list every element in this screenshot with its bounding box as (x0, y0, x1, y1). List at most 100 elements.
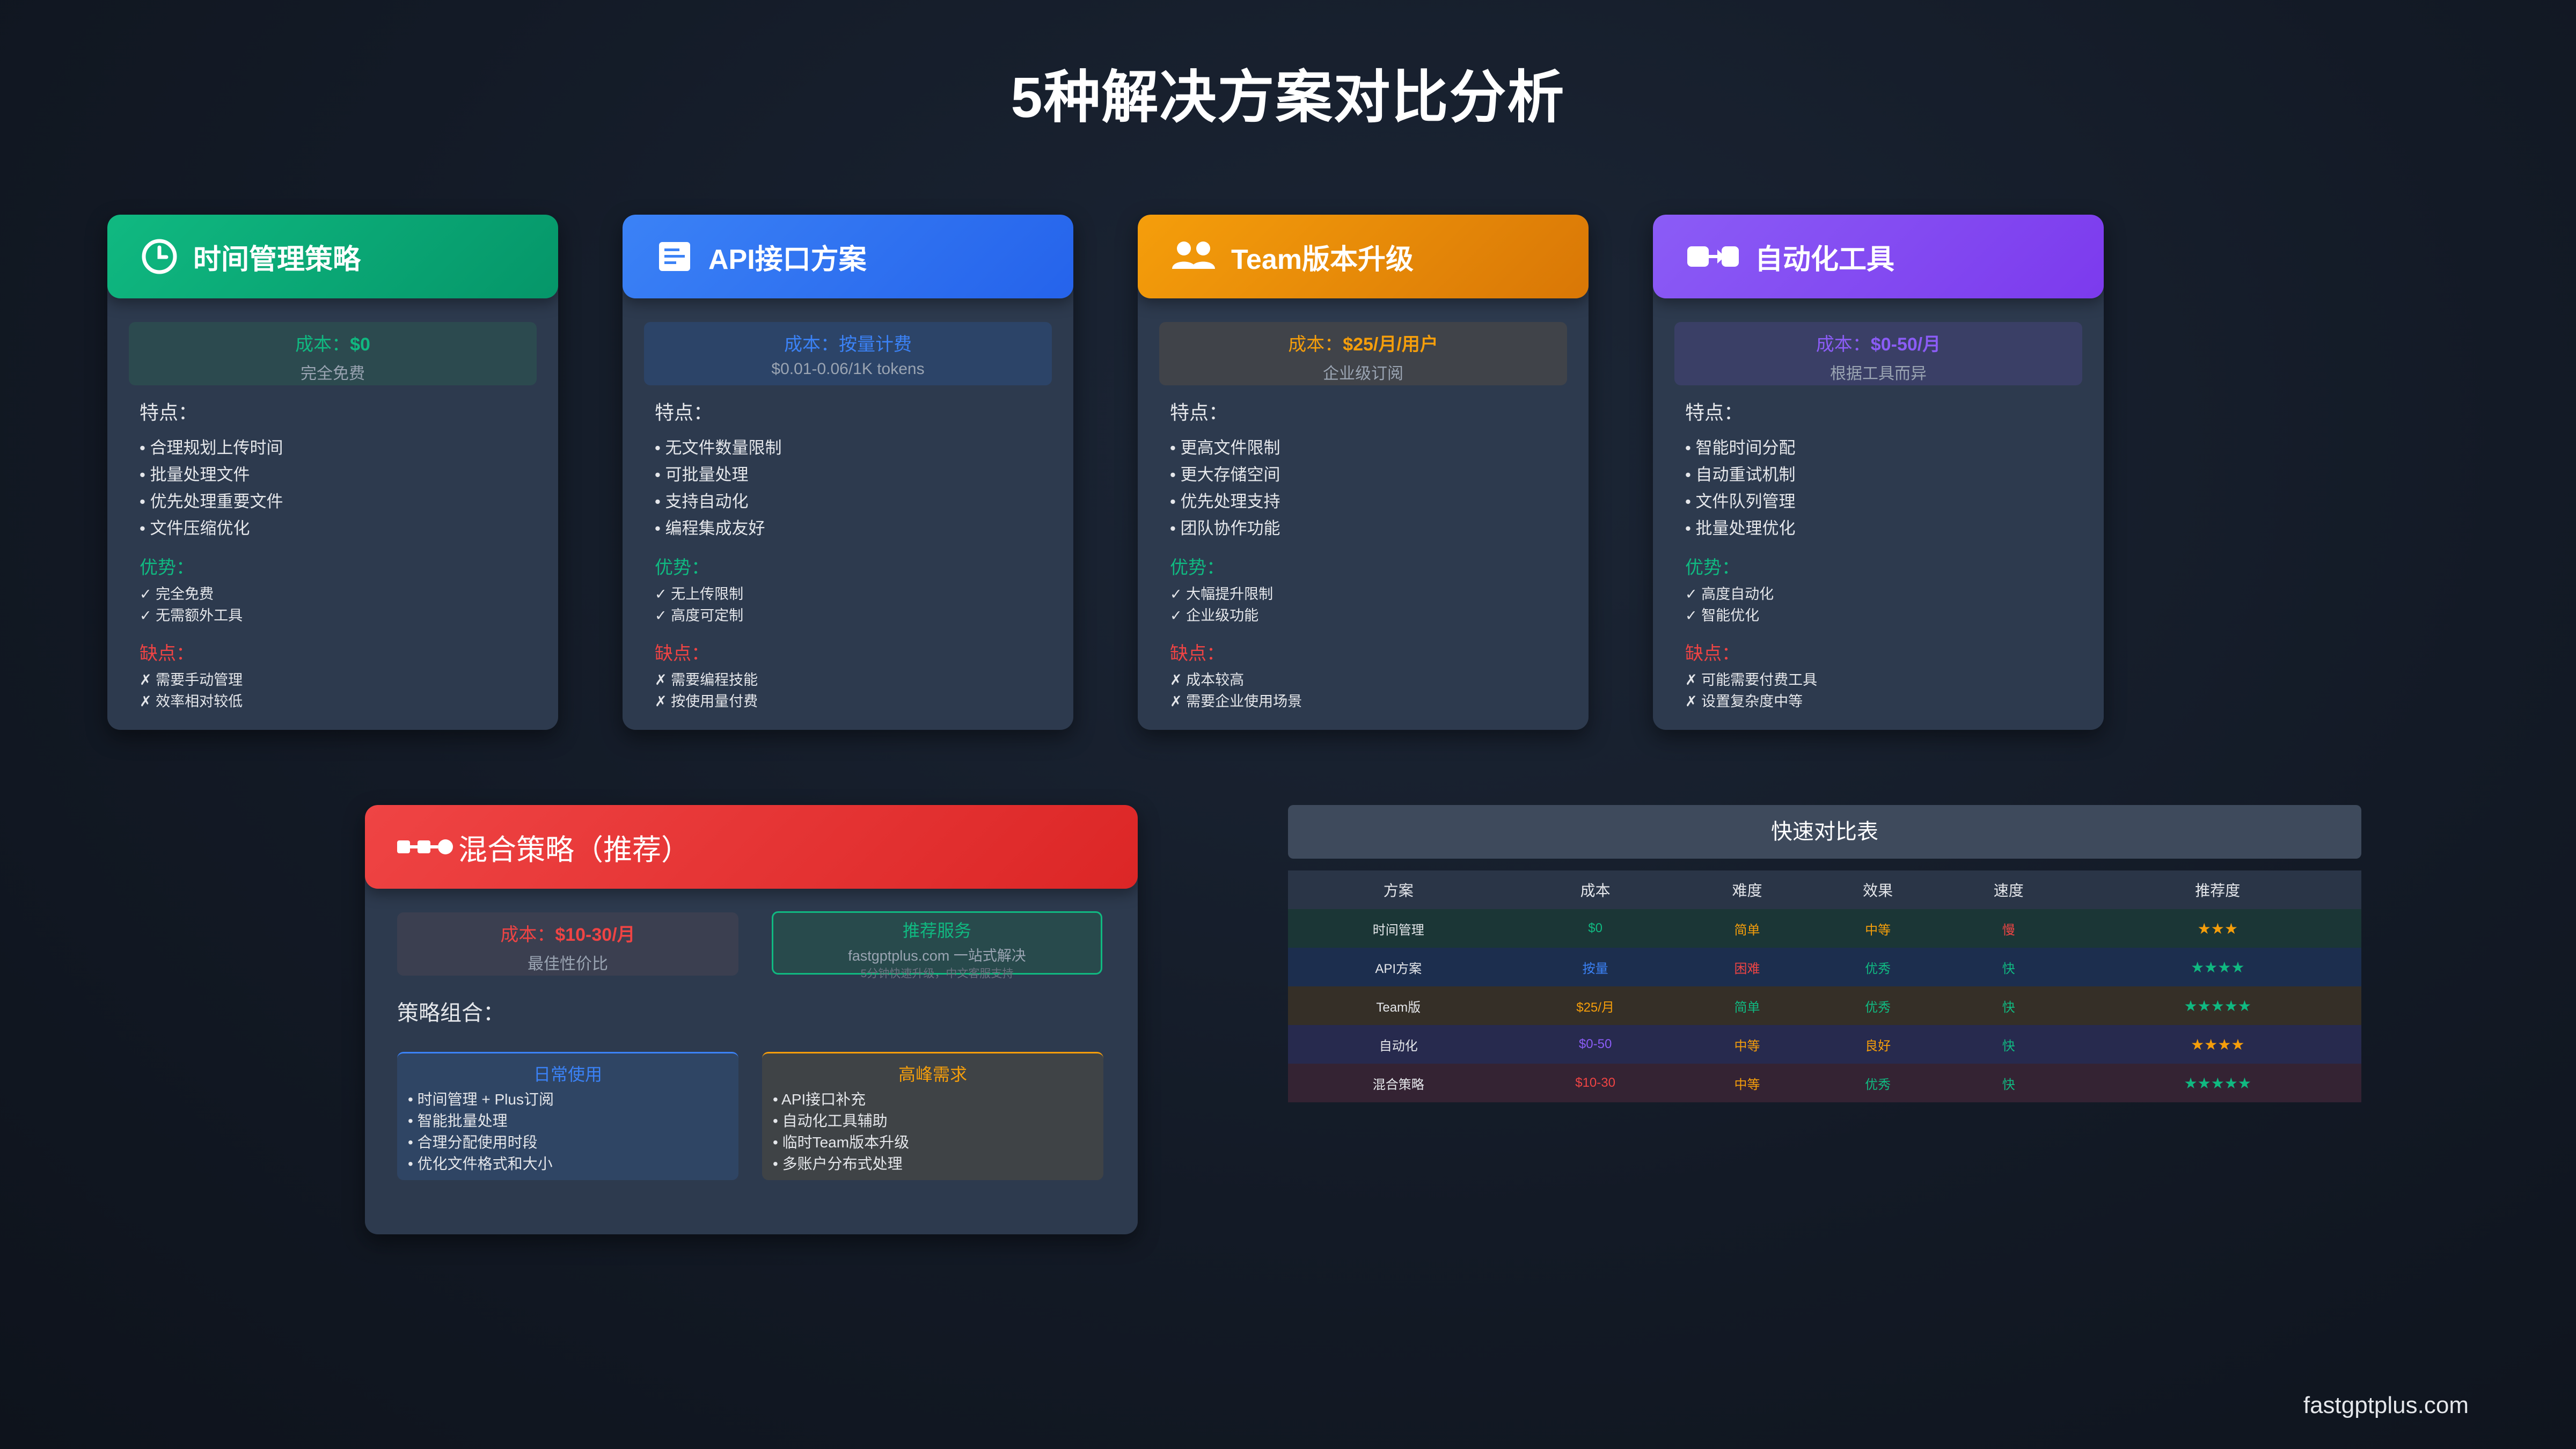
feature-item: 优先处理重要文件 (140, 488, 537, 515)
cost-sub: 完全免费 (301, 365, 365, 383)
list-item: 自动化工具辅助 (773, 1110, 1103, 1132)
feature-item: 文件队列管理 (1685, 488, 2082, 515)
table-row: Team版 $25/月 简单 优秀 快 ★★★★★ (1288, 986, 2361, 1025)
column-header: 方案 (1288, 870, 1509, 909)
pros-title: 优势： (655, 558, 709, 578)
pro-item: ✓ 大幅提升限制 (1170, 586, 1274, 602)
cost-label: 成本： (1288, 334, 1343, 355)
table-cell: 快 (2002, 1000, 2015, 1015)
pros-section: 优势： ✓ 完全免费 ✓ 无需额外工具 (140, 553, 537, 626)
con-item: ✗ 效率相对较低 (140, 693, 243, 709)
column-header: 成本 (1509, 870, 1682, 909)
table-cell: ★★★★ (2191, 958, 2245, 976)
con-item: ✗ 需要企业使用场景 (1170, 693, 1302, 709)
pros-section: 优势： ✓ 大幅提升限制 ✓ 企业级功能 (1170, 553, 1567, 626)
card-title: 自动化工具 (1755, 244, 1895, 275)
cons-title: 缺点： (1170, 643, 1225, 664)
feature-item: 优先处理支持 (1170, 488, 1567, 515)
cost-sub: 根据工具而异 (1830, 365, 1927, 383)
pro-item: ✓ 高度可定制 (655, 608, 744, 624)
cons-title: 缺点： (140, 643, 194, 664)
recommend-service-box[interactable]: 推荐服务 fastgptplus.com 一站式解决 5分钟快速升级，中文客服支… (772, 911, 1102, 980)
peak-title: 高峰需求 (898, 1065, 967, 1084)
list-item: 合理分配使用时段 (408, 1132, 738, 1153)
cost-value: 按量计费 (839, 334, 912, 355)
feature-item: 更高文件限制 (1170, 435, 1567, 462)
page-title: 5种解决方案对比分析 (1011, 66, 1565, 129)
daily-use-box: 日常使用 时间管理 + Plus订阅 智能批量处理 合理分配使用时段 优化文件格… (397, 1052, 738, 1180)
pro-item: ✓ 无需额外工具 (140, 608, 243, 624)
feature-item: 合理规划上传时间 (140, 435, 537, 462)
table-cell: 快 (2002, 961, 2015, 976)
cost-value: $25/月/用户 (1343, 334, 1438, 355)
con-item: ✗ 需要编程技能 (655, 672, 758, 688)
document-icon (656, 238, 693, 275)
card-header: 时间管理策略 (107, 215, 558, 298)
table-cell: 良好 (1865, 1038, 1891, 1053)
table-cell: ★★★ (2197, 920, 2238, 937)
table-cell: 时间管理 (1372, 923, 1424, 938)
table-row: 时间管理 $0 简单 中等 慢 ★★★ (1288, 909, 2361, 948)
feature-item: 支持自动化 (655, 488, 1052, 515)
table-cell: ★★★★★ (2184, 997, 2252, 1014)
card-header: Team版本升级 (1138, 215, 1589, 298)
cost-value: $0 (350, 334, 370, 355)
table-cell: 自动化 (1379, 1038, 1418, 1053)
features-title: 特点： (1685, 401, 1744, 423)
cost-label: 成本： (784, 334, 839, 355)
pro-item: ✓ 企业级功能 (1170, 608, 1259, 624)
table-cell: 优秀 (1865, 961, 1891, 976)
pros-section: 优势： ✓ 无上传限制 ✓ 高度可定制 (655, 553, 1052, 626)
table-cell: 快 (2002, 1077, 2015, 1092)
cost-label: 成本： (1816, 334, 1871, 355)
pros-title: 优势： (140, 558, 194, 578)
automation-icon (1686, 238, 1740, 275)
card-title: 混合策略（推荐） (458, 833, 690, 866)
comparison-table: 方案 成本 难度 效果 速度 推荐度 时间管理 $0 简单 中等 慢 ★★★ A… (1288, 870, 2361, 1102)
feature-item: 无文件数量限制 (655, 435, 1052, 462)
table-cell: $25/月 (1576, 1000, 1614, 1015)
pro-item: ✓ 无上传限制 (655, 586, 744, 602)
cost-sub: 企业级订阅 (1323, 365, 1403, 383)
footer-site-link[interactable]: fastgptplus.com (2303, 1392, 2469, 1419)
cost-label: 成本： (295, 334, 350, 355)
card-title: 时间管理策略 (193, 244, 361, 275)
pros-title: 优势： (1685, 558, 1740, 578)
feature-item: 智能时间分配 (1685, 435, 2082, 462)
table-cell: 简单 (1734, 923, 1760, 938)
clock-icon (141, 238, 178, 275)
card-header: 自动化工具 (1653, 215, 2104, 298)
features-title: 特点： (1170, 401, 1228, 423)
table-cell: 慢 (2002, 923, 2015, 938)
con-item: ✗ 按使用量付费 (655, 693, 758, 709)
table-cell: 按量 (1582, 961, 1608, 976)
features-section: 特点： 合理规划上传时间 批量处理文件 优先处理重要文件 文件压缩优化 (140, 397, 537, 542)
recommend-line2: 5分钟快速升级，中文客服支持 (860, 968, 1014, 980)
card-header: API接口方案 (623, 215, 1073, 298)
table-cell: 优秀 (1865, 1000, 1891, 1015)
cons-section: 缺点： ✗ 成本较高 ✗ 需要企业使用场景 (1170, 639, 1567, 712)
daily-title: 日常使用 (533, 1065, 602, 1084)
card-title: Team版本升级 (1231, 244, 1414, 275)
con-item: ✗ 设置复杂度中等 (1685, 693, 1803, 709)
table-cell: 中等 (1734, 1038, 1760, 1053)
table-cell: API方案 (1375, 961, 1422, 976)
con-item: ✗ 成本较高 (1170, 672, 1245, 688)
table-row: 混合策略 $10-30 中等 优秀 快 ★★★★★ (1288, 1064, 2361, 1102)
peak-demand-box: 高峰需求 API接口补充 自动化工具辅助 临时Team版本升级 多账户分布式处理 (762, 1052, 1103, 1180)
features-section: 特点： 智能时间分配 自动重试机制 文件队列管理 批量处理优化 (1685, 397, 2082, 542)
cons-section: 缺点： ✗ 需要手动管理 ✗ 效率相对较低 (140, 639, 537, 712)
solution-card-api: API接口方案 成本：按量计费 $0.01-0.06/1K tokens 特点：… (623, 215, 1073, 730)
cost-value: $0-50/月 (1870, 334, 1941, 355)
table-cell: ★★★★ (2191, 1036, 2245, 1053)
table-cell: 混合策略 (1372, 1077, 1424, 1092)
cost-box: 成本：按量计费 $0.01-0.06/1K tokens (644, 322, 1052, 385)
cons-title: 缺点： (1685, 643, 1740, 664)
pro-item: ✓ 完全免费 (140, 586, 214, 602)
cons-section: 缺点： ✗ 需要编程技能 ✗ 按使用量付费 (655, 639, 1052, 712)
card-title: API接口方案 (708, 244, 867, 275)
column-header: 推荐度 (2074, 870, 2361, 909)
card-header: 混合策略（推荐） (365, 805, 1138, 889)
table-cell: 快 (2002, 1038, 2015, 1053)
pros-section: 优势： ✓ 高度自动化 ✓ 智能优化 (1685, 553, 2082, 626)
